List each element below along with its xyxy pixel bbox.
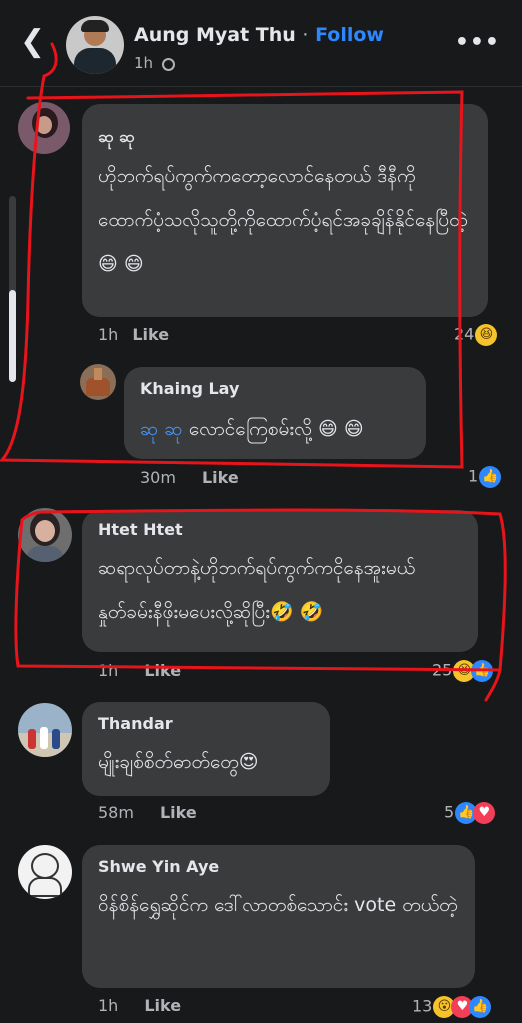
reaction-summary[interactable]: 13 😮 ♥ 👍 bbox=[412, 996, 492, 1018]
reply-text: လောင်ကြေစမ်းလို့ 😄 😄 bbox=[188, 418, 364, 440]
more-options-icon[interactable]: ••• bbox=[455, 30, 500, 55]
thumbs-up-reaction-icon: 👍 bbox=[469, 996, 492, 1018]
follow-button[interactable]: Follow bbox=[315, 24, 384, 46]
reaction-count: 5 bbox=[444, 802, 455, 822]
comment-actions: 1h Like bbox=[98, 996, 181, 1015]
commenter-name[interactable]: Htet Htet bbox=[98, 520, 183, 539]
commenter-avatar[interactable] bbox=[18, 102, 70, 154]
reaction-count: 13 bbox=[412, 996, 433, 1016]
thumbs-up-reaction-icon: 👍 bbox=[479, 466, 502, 488]
post-meta: 1h bbox=[134, 54, 175, 72]
comment-time[interactable]: 1h bbox=[98, 325, 118, 344]
author-name-line: Aung Myat Thu · Follow bbox=[134, 24, 384, 46]
avatar-shirt bbox=[74, 48, 116, 74]
mention-link[interactable]: ဆု ဆု bbox=[140, 418, 183, 440]
comment-actions: 1h Like bbox=[98, 325, 169, 344]
comment-time[interactable]: 30m bbox=[140, 468, 176, 487]
thumbs-up-reaction-icon: 👍 bbox=[471, 660, 494, 682]
commenter-avatar[interactable] bbox=[18, 703, 72, 757]
author-name[interactable]: Aung Myat Thu bbox=[134, 24, 296, 46]
like-button[interactable]: Like bbox=[144, 996, 181, 1015]
scrollbar-thumb[interactable] bbox=[9, 290, 16, 382]
comment-bubble[interactable]: ဆု ဆု ဟိုဘက်ရပ်ကွက်ကတော့လောင်နေတယ် ဒီနီက… bbox=[82, 104, 488, 317]
commenter-avatar[interactable] bbox=[18, 845, 72, 899]
reaction-count: 1 bbox=[468, 466, 479, 486]
comment-time[interactable]: 1h bbox=[98, 996, 118, 1015]
comment-text: ဆရာလုပ်တာနဲ့ဟိုဘက်ရပ်ကွက်ကငိုနေအူးမယ် နှ… bbox=[98, 557, 416, 623]
comment-actions: 30m Like bbox=[140, 468, 239, 487]
back-chevron-icon[interactable]: ❮ bbox=[20, 26, 48, 58]
reaction-summary[interactable]: 24 😆 bbox=[454, 324, 498, 346]
haha-reaction-icon: 😆 bbox=[475, 324, 498, 346]
comment-actions: 1h Like bbox=[98, 661, 181, 680]
like-button[interactable]: Like bbox=[144, 661, 181, 680]
commenter-name[interactable]: Thandar bbox=[98, 714, 173, 733]
avatar-hair bbox=[81, 20, 109, 32]
post-header: ❮ Aung Myat Thu · Follow 1h ••• bbox=[0, 0, 522, 87]
commenter-avatar[interactable] bbox=[18, 508, 72, 562]
like-button[interactable]: Like bbox=[132, 325, 169, 344]
comment-actions: 58m Like bbox=[98, 803, 197, 822]
comment-time[interactable]: 1h bbox=[98, 661, 118, 680]
reaction-summary[interactable]: 1 👍 bbox=[468, 466, 502, 488]
reaction-summary[interactable]: 25 😆 👍 bbox=[432, 660, 494, 682]
heart-reaction-icon: ♥ bbox=[473, 802, 496, 824]
comment-bubble[interactable]: Thandar မျိုးချစ်စိတ်ဓာတ်တွေ😍 bbox=[82, 702, 330, 796]
reaction-count: 24 bbox=[454, 324, 475, 344]
post-time[interactable]: 1h bbox=[134, 54, 153, 72]
reaction-summary[interactable]: 5 👍 ♥ bbox=[444, 802, 496, 824]
author-avatar[interactable] bbox=[66, 16, 124, 74]
commenter-name[interactable]: ဆု ဆု bbox=[98, 126, 135, 150]
reply-bubble[interactable]: Khaing Lay ဆု ဆု လောင်ကြေစမ်းလို့ 😄 😄 bbox=[124, 367, 426, 459]
comment-text: ဝိန်စိန်ရွှေဆိုင်က ဒေါ်လာတစ်သောင်း vote … bbox=[98, 894, 458, 916]
separator-dot: · bbox=[302, 24, 309, 46]
comment-time[interactable]: 58m bbox=[98, 803, 134, 822]
like-button[interactable]: Like bbox=[160, 803, 197, 822]
comment-text: ဟိုဘက်ရပ်ကွက်ကတော့လောင်နေတယ် ဒီနီကိုထောက… bbox=[98, 165, 468, 275]
commenter-name[interactable]: Shwe Yin Aye bbox=[98, 857, 219, 876]
commenter-name[interactable]: Khaing Lay bbox=[140, 379, 239, 398]
comment-text: မျိုးချစ်စိတ်ဓာတ်တွေ😍 bbox=[98, 751, 259, 773]
comment-bubble[interactable]: Htet Htet ဆရာလုပ်တာနဲ့ဟိုဘက်ရပ်ကွက်ကငိုန… bbox=[82, 510, 478, 652]
reply-text-line: ဆု ဆု လောင်ကြေစမ်းလို့ 😄 😄 bbox=[140, 407, 420, 451]
reaction-count: 25 bbox=[432, 660, 453, 680]
commenter-avatar[interactable] bbox=[80, 364, 116, 400]
comment-bubble[interactable]: Shwe Yin Aye ဝိန်စိန်ရွှေဆိုင်က ဒေါ်လာတစ… bbox=[82, 845, 475, 988]
like-button[interactable]: Like bbox=[202, 468, 239, 487]
globe-icon bbox=[161, 58, 175, 71]
